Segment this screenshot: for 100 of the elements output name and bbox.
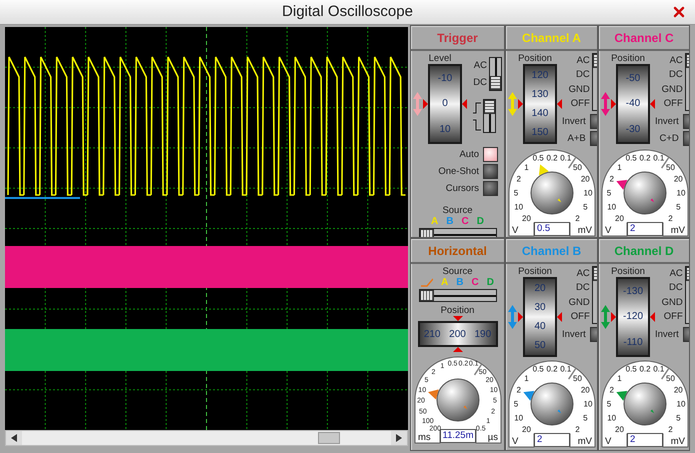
source-letter: C: [472, 277, 479, 288]
drum-tick: -50: [626, 73, 640, 84]
drum-tick: 130: [532, 89, 548, 100]
drum-tick: -10: [438, 73, 452, 84]
scale-label: 10: [676, 188, 686, 198]
coupling-label: OFF: [570, 98, 590, 110]
value-field[interactable]: 0.5: [534, 222, 570, 236]
scale-label: 5: [606, 188, 612, 198]
scale-label: 1: [617, 163, 622, 172]
option-label: Invert: [655, 116, 679, 127]
scale-label: 20: [615, 425, 624, 434]
scale-label: 0.1: [560, 364, 572, 374]
slider-track[interactable]: [483, 99, 496, 133]
position-drum[interactable]: -50 -40 -30: [616, 64, 650, 144]
source-letter: B: [456, 277, 464, 288]
scale-label: 1: [617, 374, 622, 383]
scale-label: 2: [516, 386, 521, 395]
slider-thumb[interactable]: [420, 290, 434, 301]
unit-label: mV: [578, 225, 592, 236]
coupling-label: AC: [474, 60, 487, 71]
slider-label: Source: [442, 266, 473, 277]
scale-label: 2: [575, 214, 580, 223]
scroll-right-button[interactable]: [391, 431, 407, 445]
drum-tick: 10: [439, 124, 451, 135]
unit-label: V: [512, 436, 518, 447]
slider-thumb[interactable]: [420, 229, 434, 237]
position-drum[interactable]: 120 130 140 150: [523, 64, 557, 144]
slider-track[interactable]: [418, 289, 496, 302]
drum-tick: 20: [534, 283, 546, 294]
unit-label: mV: [670, 436, 685, 447]
scale-label: 10: [514, 202, 524, 212]
coupling-label: GND: [662, 84, 683, 95]
scale-label: 5: [514, 400, 518, 408]
unit-label: V: [605, 225, 612, 236]
scale-label: 10: [584, 188, 592, 198]
option-label: Auto: [459, 149, 479, 160]
coupling-label: AC: [670, 268, 683, 279]
drum-tick: -40: [626, 98, 640, 110]
drum-tick: -120: [622, 311, 643, 322]
position-drum[interactable]: 210 200 190: [418, 321, 498, 347]
slider-label: Position: [518, 266, 552, 277]
position-drum[interactable]: -130 -120 -110: [616, 277, 650, 357]
drum-tick: -30: [626, 124, 640, 135]
knob[interactable]: [436, 378, 479, 422]
option-label: Invert: [655, 329, 679, 340]
position-drum[interactable]: -10 0 10: [428, 64, 462, 144]
scale-label: 2: [609, 174, 614, 184]
slider-label: Position: [611, 266, 645, 277]
scale-label: 0.2: [639, 364, 651, 374]
scale-label: 50: [573, 163, 582, 172]
slider-thumb[interactable]: [490, 76, 501, 90]
drum-tick: 140: [532, 108, 548, 119]
option-label: Invert: [562, 116, 586, 127]
source-letter: A: [431, 216, 438, 227]
toggle-button[interactable]: [483, 147, 498, 162]
scale-label: 5: [676, 413, 681, 422]
value-field[interactable]: 11.25m: [440, 429, 476, 443]
slider-label: Source: [442, 205, 473, 216]
slider-label: Level: [428, 53, 452, 64]
drum-tick: 210: [424, 328, 440, 340]
coupling-label: DC: [576, 69, 590, 80]
coupling-label: DC: [473, 77, 487, 88]
drum-tick: 50: [534, 340, 546, 351]
toggle-button[interactable]: [483, 164, 498, 179]
value-field[interactable]: 2: [534, 433, 570, 447]
scale-label: 0.1: [653, 154, 664, 162]
scale-label: 20: [580, 174, 590, 184]
source-letter: C: [462, 216, 469, 227]
option-label: C+D: [659, 133, 679, 144]
scrollbar[interactable]: [5, 430, 408, 446]
coupling-label: GND: [568, 296, 590, 308]
source-letter: D: [486, 277, 494, 288]
scale-label: 10: [607, 413, 616, 422]
slider-track[interactable]: [489, 57, 502, 91]
coupling-label: OFF: [570, 311, 590, 322]
scale-label: 0.2: [639, 154, 651, 162]
scrollbar-thumb[interactable]: [318, 432, 340, 444]
drum-tick: 40: [534, 321, 546, 332]
scale-label: 5: [583, 202, 588, 212]
value-field[interactable]: 2: [627, 222, 663, 236]
slider-label: Position: [440, 305, 474, 316]
knob[interactable]: [624, 172, 666, 214]
scale-label: 20: [674, 386, 683, 395]
position-drum[interactable]: 20 30 40 50: [523, 277, 557, 357]
unit-label: V: [512, 225, 518, 236]
scale-label: 5: [583, 413, 588, 422]
value-field[interactable]: 2: [627, 433, 663, 447]
scale-label: 0.5: [532, 154, 544, 162]
scroll-left-button[interactable]: [6, 431, 22, 445]
marker-icon: [557, 312, 562, 322]
drum-tick: 30: [534, 302, 546, 313]
scale-label: 5: [514, 188, 518, 198]
coupling-label: AC: [670, 54, 683, 66]
slider-thumb[interactable]: [484, 100, 496, 114]
knob[interactable]: [530, 172, 574, 214]
knob[interactable]: [530, 382, 574, 426]
drum-tick: -110: [623, 336, 643, 348]
toggle-button[interactable]: [483, 181, 498, 196]
scale-label: 2: [668, 425, 673, 434]
knob[interactable]: [624, 382, 666, 426]
